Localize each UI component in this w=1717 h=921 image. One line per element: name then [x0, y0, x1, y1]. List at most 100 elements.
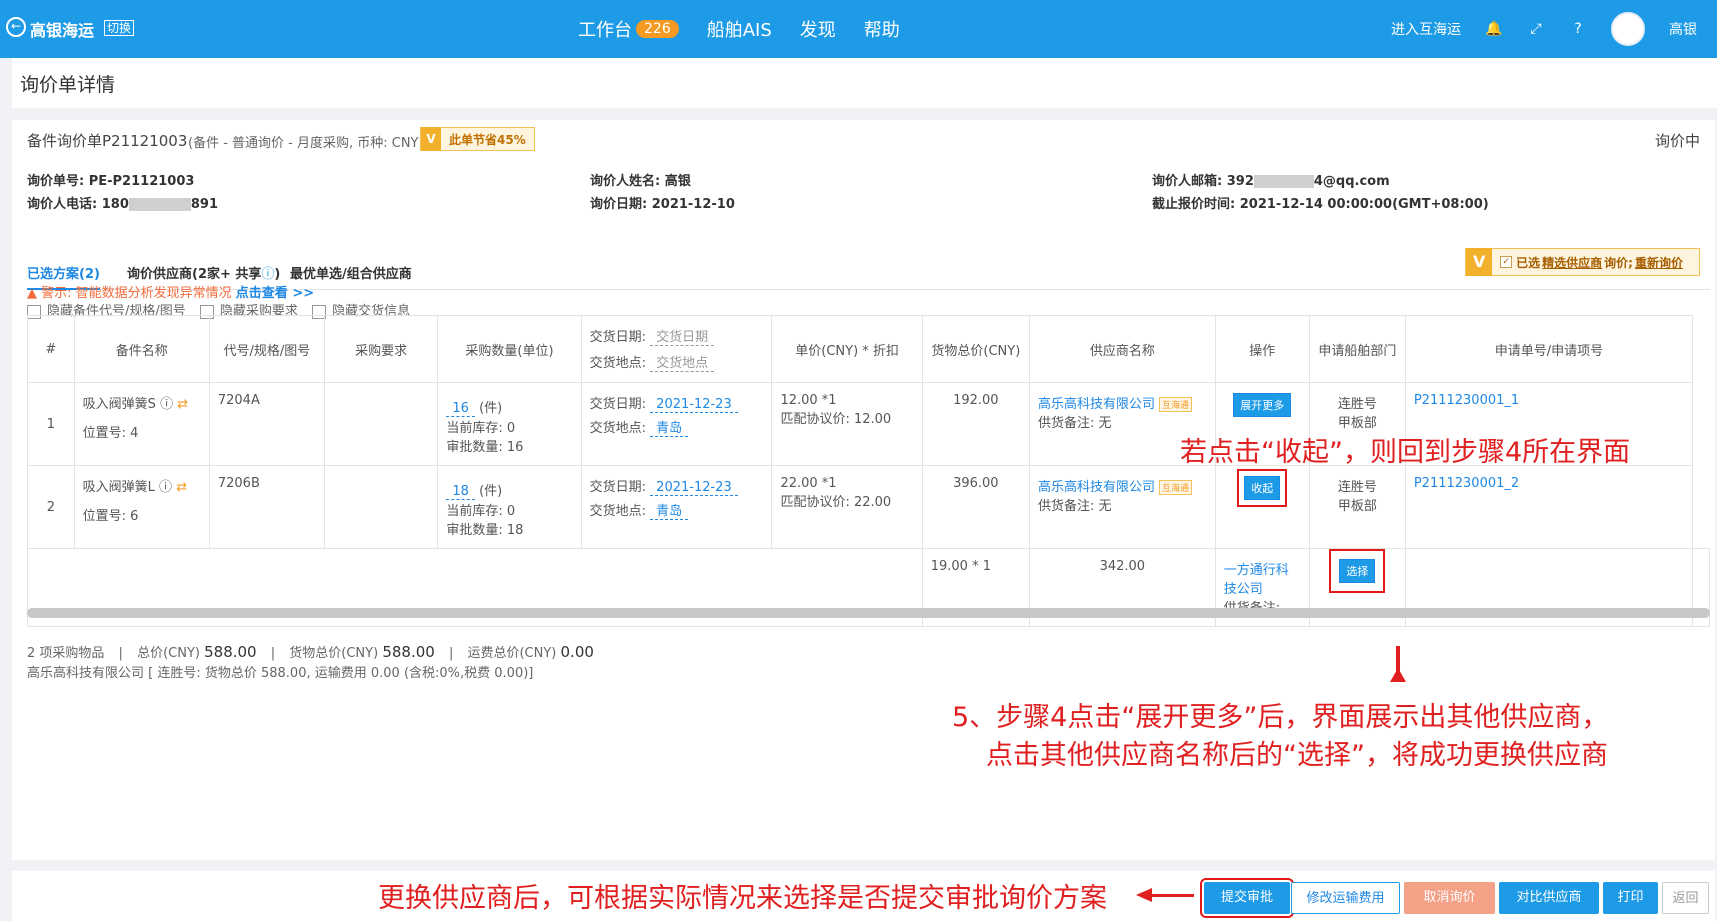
th-ship-dept: 申请船舶部门 — [1308, 315, 1406, 383]
apply-no-link[interactable]: P2111230001_2 — [1414, 476, 1519, 491]
enter-huhaiyun-link[interactable]: 进入互海运 — [1391, 19, 1461, 39]
brand-name: 高银海运 — [30, 21, 95, 40]
department: 甲板部 — [1337, 416, 1377, 431]
switch-company-link[interactable]: 切换 — [104, 20, 135, 36]
email-prefix: 询价人邮箱: 392 — [1152, 174, 1254, 189]
avatar[interactable] — [1611, 12, 1645, 46]
qty-cell: 18 (件) 当前库存: 0 审批数量: 18 — [437, 465, 582, 549]
table-header-row: # 备件名称 代号/规格/图号 采购要求 采购数量(单位) 交货日期: 交货日期… — [27, 315, 1710, 383]
username[interactable]: 高银 — [1669, 19, 1697, 39]
annotation-submit: 更换供应商后，可根据实际情况来选择是否提交审批询价方案 — [378, 883, 1107, 914]
qty-value[interactable]: 18 — [446, 484, 475, 500]
scrollbar-thumb[interactable] — [27, 608, 1710, 618]
delivery-place-value[interactable]: 青岛 — [650, 500, 689, 520]
nav-ais[interactable]: 船舶AIS — [707, 16, 772, 42]
inquiry-meta: (备件 - 普通询价 - 月度采购, 币种: CNY) — [188, 136, 424, 151]
department: 甲板部 — [1337, 499, 1377, 514]
item-name-cell: 吸入阀弹簧L ⓘ ⇄ 位置号: 6 — [73, 465, 210, 549]
info-icon[interactable]: ⓘ — [159, 480, 172, 495]
table-row: 2 吸入阀弹簧L ⓘ ⇄ 位置号: 6 7206B 18 (件) 当前库存: 0… — [27, 465, 1710, 549]
price-cell: 22.00 *1 匹配协议价: 22.00 — [771, 465, 923, 549]
horizontal-scrollbar[interactable] — [27, 608, 1710, 618]
supplier-link[interactable]: 高乐高科技有限公司 — [1038, 397, 1155, 412]
row-no: 1 — [27, 382, 75, 466]
unit-price: 12.00 *1 — [780, 393, 837, 408]
compare-supplier-button[interactable]: 对比供应商 — [1499, 882, 1599, 914]
cancel-inquiry-button[interactable]: 取消询价 — [1404, 882, 1495, 914]
th-code: 代号/规格/图号 — [208, 315, 325, 383]
top-bar: ← 高银海运 切换 工作台 226 船舶AIS 发现 帮助 进入互海运 🔔 ⤢ … — [0, 0, 1717, 58]
total-price: 396.00 — [921, 465, 1030, 549]
order-no: 询价单号: PE-P21121003 — [27, 174, 195, 189]
tab-inquiry-suppliers-label: 询价供应商(2家+ 共享 — [127, 267, 262, 282]
delivery-date-value[interactable]: 2021-12-23 — [650, 480, 738, 496]
delivery-date-value[interactable]: 2021-12-23 — [650, 397, 738, 413]
item-code: 7206B — [208, 465, 325, 549]
fullscreen-icon[interactable]: ⤢ — [1527, 20, 1545, 38]
total-price: 192.00 — [921, 382, 1030, 466]
phone: 询价人电话: 180 891 — [27, 193, 218, 212]
back-button[interactable]: 返回 — [1662, 882, 1709, 914]
select-supplier-button[interactable]: 选择 — [1329, 549, 1386, 593]
expand-more-button[interactable]: 展开更多 — [1233, 393, 1292, 417]
price-cell: 12.00 *1 匹配协议价: 12.00 — [771, 382, 923, 466]
nav-discover[interactable]: 发现 — [800, 16, 836, 42]
nav-workbench[interactable]: 工作台 226 — [578, 16, 679, 42]
item-name: 吸入阀弹簧S ⓘ ⇄ — [83, 393, 201, 412]
ship-name: 连胜号 — [1337, 480, 1377, 495]
annotation-step5: 5、步骤4点击“展开更多”后，界面展示出其他供应商， — [952, 702, 1609, 733]
match-price-label: 匹配协议价: — [780, 495, 850, 510]
qty-value[interactable]: 16 — [446, 401, 475, 417]
alt-supplier-link[interactable]: 一方通行科技公司 — [1224, 559, 1301, 597]
delivery-place-value[interactable]: 青岛 — [650, 417, 689, 437]
delivery-date: 交货日期: 2021-12-23 — [590, 393, 764, 413]
back-icon[interactable]: ← — [6, 17, 26, 37]
transfer-icon[interactable]: ⇄ — [176, 480, 187, 495]
position-no: 位置号: 6 — [82, 509, 139, 524]
save-badge-label: 此单节省45% — [449, 132, 526, 147]
ship-name: 连胜号 — [1337, 397, 1377, 412]
view-details-link[interactable]: 点击查看 >> — [236, 286, 314, 301]
email: 询价人邮箱: 392 4@qq.com — [1152, 170, 1390, 189]
supplier-link[interactable]: 高乐高科技有限公司 — [1038, 480, 1155, 495]
nav-help[interactable]: 帮助 — [864, 16, 900, 42]
summary-line2: 高乐高科技有限公司 [ 连胜号: 货物总价 588.00, 运输费用 0.00 … — [27, 666, 534, 681]
unit-price: 22.00 *1 — [780, 476, 837, 491]
info-icon: ⓘ — [261, 267, 275, 282]
annotation-arrow — [1152, 894, 1194, 897]
v-icon: V — [421, 127, 441, 151]
delivery-place-filter[interactable]: 交货地点 — [650, 352, 715, 372]
item-name-text: 吸入阀弹簧L — [82, 480, 155, 495]
match-price-label: 匹配协议价: — [780, 412, 850, 427]
main-nav: 工作台 226 船舶AIS 发现 帮助 — [578, 16, 900, 42]
position-no: 位置号: 4 — [82, 426, 139, 441]
phone-tail: 891 — [190, 197, 219, 212]
transfer-icon[interactable]: ⇄ — [177, 397, 188, 412]
summary-freight-value: 0.00 — [560, 643, 594, 661]
help-icon[interactable]: ? — [1569, 20, 1587, 38]
arrow-head-icon — [1136, 888, 1152, 902]
qty-cell: 16 (件) 当前库存: 0 审批数量: 16 — [437, 382, 582, 466]
nav-workbench-label: 工作台 — [578, 20, 632, 41]
inquiry-title: 备件询价单P21121003 — [27, 132, 188, 150]
ship-dept-cell: 连胜号 甲板部 — [1308, 465, 1406, 549]
delivery-place-label: 交货地点: — [589, 421, 647, 436]
redaction — [128, 198, 191, 211]
collapse-button[interactable]: 收起 — [1237, 469, 1288, 507]
modify-freight-button[interactable]: 修改运输费用 — [1291, 882, 1400, 914]
apply-no-link[interactable]: P2111230001_1 — [1414, 393, 1519, 408]
delivery-date-filter[interactable]: 交货日期 — [650, 326, 715, 346]
item-name: 吸入阀弹簧L ⓘ ⇄ — [83, 476, 201, 495]
submit-approval-button[interactable]: 提交审批 — [1200, 878, 1294, 918]
info-icon[interactable]: ⓘ — [160, 397, 173, 412]
stock: 当前库存: 0 — [446, 504, 516, 519]
th-qty: 采购数量(单位) — [437, 315, 582, 383]
delivery-place-label: 交货地点: — [589, 504, 647, 519]
bell-icon[interactable]: 🔔 — [1485, 20, 1503, 38]
th-requirement: 采购要求 — [323, 315, 439, 383]
qty: 18 (件) — [446, 480, 572, 500]
separator: | — [270, 646, 276, 661]
print-button[interactable]: 打印 — [1603, 882, 1658, 914]
redaction — [1253, 175, 1314, 188]
th-delivery: 交货日期: 交货日期 交货地点: 交货地点 — [580, 315, 773, 383]
